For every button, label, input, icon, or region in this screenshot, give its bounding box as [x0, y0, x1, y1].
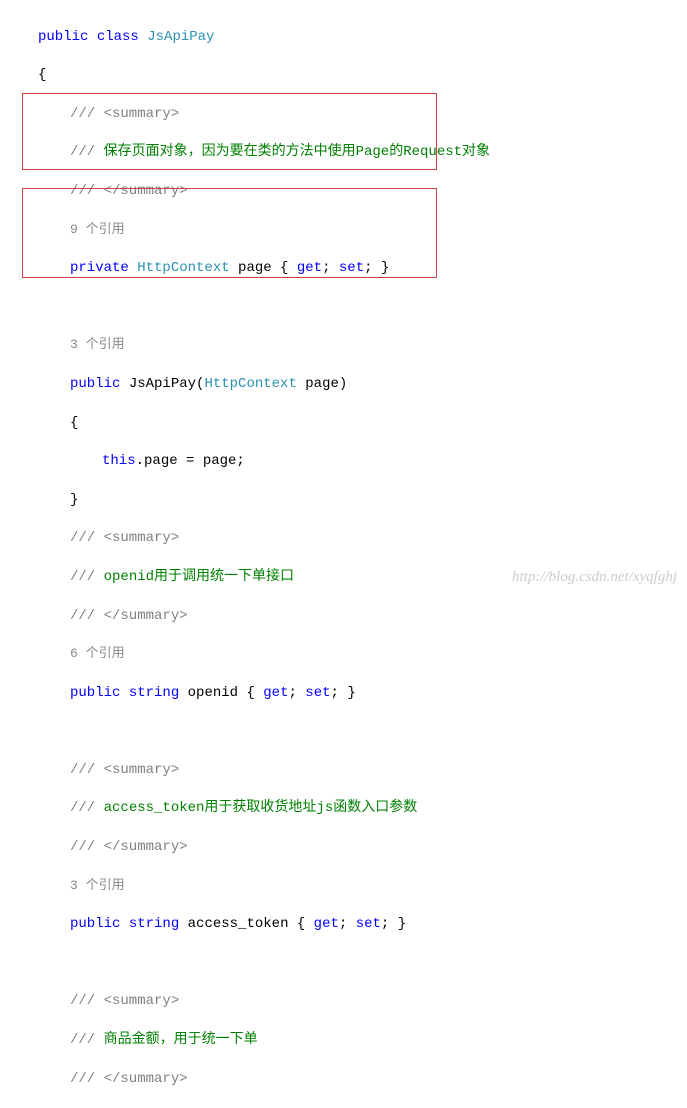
- rest: ; }: [381, 916, 406, 932]
- keyword-get: get: [314, 916, 339, 932]
- brace: {: [70, 415, 78, 431]
- sep: ;: [339, 916, 356, 932]
- code-line: /// <summary>: [0, 105, 687, 124]
- comment-text: 保存页面对象，因为要在类的方法中使用Page的Request对象: [104, 144, 490, 160]
- xml-comment-prefix: ///: [70, 1032, 104, 1048]
- sep: ;: [322, 260, 339, 276]
- codelens-refs[interactable]: 3 个引用: [70, 878, 125, 893]
- code-line: /// access_token用于获取收货地址js函数入口参数: [0, 799, 687, 818]
- xml-comment: /// </summary>: [70, 608, 188, 624]
- code-line: [0, 722, 687, 741]
- keyword-public: public: [70, 685, 120, 701]
- xml-comment: /// <summary>: [70, 762, 179, 778]
- xml-comment: /// </summary>: [70, 1071, 188, 1087]
- type-name: HttpContext: [137, 260, 229, 276]
- keyword-private: private: [70, 260, 129, 276]
- xml-comment: /// <summary>: [70, 530, 179, 546]
- code-line: /// openid用于调用统一下单接口: [0, 568, 687, 587]
- code-line: /// <summary>: [0, 992, 687, 1011]
- type-name: JsApiPay: [147, 29, 214, 45]
- codelens-refs[interactable]: 6 个引用: [70, 646, 125, 661]
- code-line: /// </summary>: [0, 182, 687, 201]
- code-line: /// </summary>: [0, 1070, 687, 1089]
- code-line: [0, 298, 687, 317]
- code-line: [0, 954, 687, 973]
- keyword-public: public: [38, 29, 88, 45]
- keyword-public: public: [70, 376, 120, 392]
- xml-comment: /// </summary>: [70, 839, 188, 855]
- keyword-set: set: [339, 260, 364, 276]
- member-name: openid {: [179, 685, 263, 701]
- comment-text: access_token用于获取收货地址js函数入口参数: [104, 800, 418, 816]
- rest: ; }: [331, 685, 356, 701]
- member-name: access_token {: [179, 916, 313, 932]
- code-line: /// <summary>: [0, 529, 687, 548]
- xml-comment: /// </summary>: [70, 183, 188, 199]
- brace: }: [70, 492, 78, 508]
- code-line: }: [0, 491, 687, 510]
- code-line: public string access_token { get; set; }: [0, 915, 687, 934]
- keyword-class: class: [97, 29, 139, 45]
- param: page): [297, 376, 347, 392]
- keyword-get: get: [297, 260, 322, 276]
- code-line: 6 个引用: [0, 645, 687, 664]
- comment-text: 商品金额，用于统一下单: [104, 1032, 258, 1048]
- code-line: {: [0, 414, 687, 433]
- keyword-this: this: [102, 453, 136, 469]
- brace: {: [38, 67, 46, 83]
- rest: .page = page;: [136, 453, 245, 469]
- code-line: 9 个引用: [0, 221, 687, 240]
- keyword-public: public: [70, 916, 120, 932]
- code-line: /// </summary>: [0, 607, 687, 626]
- code-line: /// 保存页面对象，因为要在类的方法中使用Page的Request对象: [0, 143, 687, 162]
- code-line: public class JsApiPay: [0, 28, 687, 47]
- code-line: this.page = page;: [0, 452, 687, 471]
- code-line: {: [0, 66, 687, 85]
- comment-text: openid用于调用统一下单接口: [104, 569, 294, 585]
- xml-comment: /// <summary>: [70, 993, 179, 1009]
- member-name: page {: [230, 260, 297, 276]
- rest: ; }: [364, 260, 389, 276]
- codelens-refs[interactable]: 9 个引用: [70, 222, 125, 237]
- code-line: private HttpContext page { get; set; }: [0, 259, 687, 278]
- code-line: public JsApiPay(HttpContext page): [0, 375, 687, 394]
- keyword-get: get: [263, 685, 288, 701]
- code-line: /// 商品金额，用于统一下单: [0, 1031, 687, 1050]
- code-block: public class JsApiPay { /// <summary> //…: [0, 0, 687, 1108]
- keyword-set: set: [356, 916, 381, 932]
- sep: ;: [288, 685, 305, 701]
- code-line: /// <summary>: [0, 761, 687, 780]
- xml-comment-prefix: ///: [70, 800, 104, 816]
- code-line: /// </summary>: [0, 838, 687, 857]
- keyword-set: set: [305, 685, 330, 701]
- ctor-name: JsApiPay(: [120, 376, 204, 392]
- xml-comment: /// <summary>: [70, 106, 179, 122]
- codelens-refs[interactable]: 3 个引用: [70, 337, 125, 352]
- code-line: 3 个引用: [0, 877, 687, 896]
- xml-comment-prefix: ///: [70, 569, 104, 585]
- code-line: public string openid { get; set; }: [0, 684, 687, 703]
- code-line: 3 个引用: [0, 336, 687, 355]
- type-name: HttpContext: [204, 376, 296, 392]
- keyword-string: string: [129, 916, 179, 932]
- keyword-string: string: [129, 685, 179, 701]
- xml-comment-prefix: ///: [70, 144, 104, 160]
